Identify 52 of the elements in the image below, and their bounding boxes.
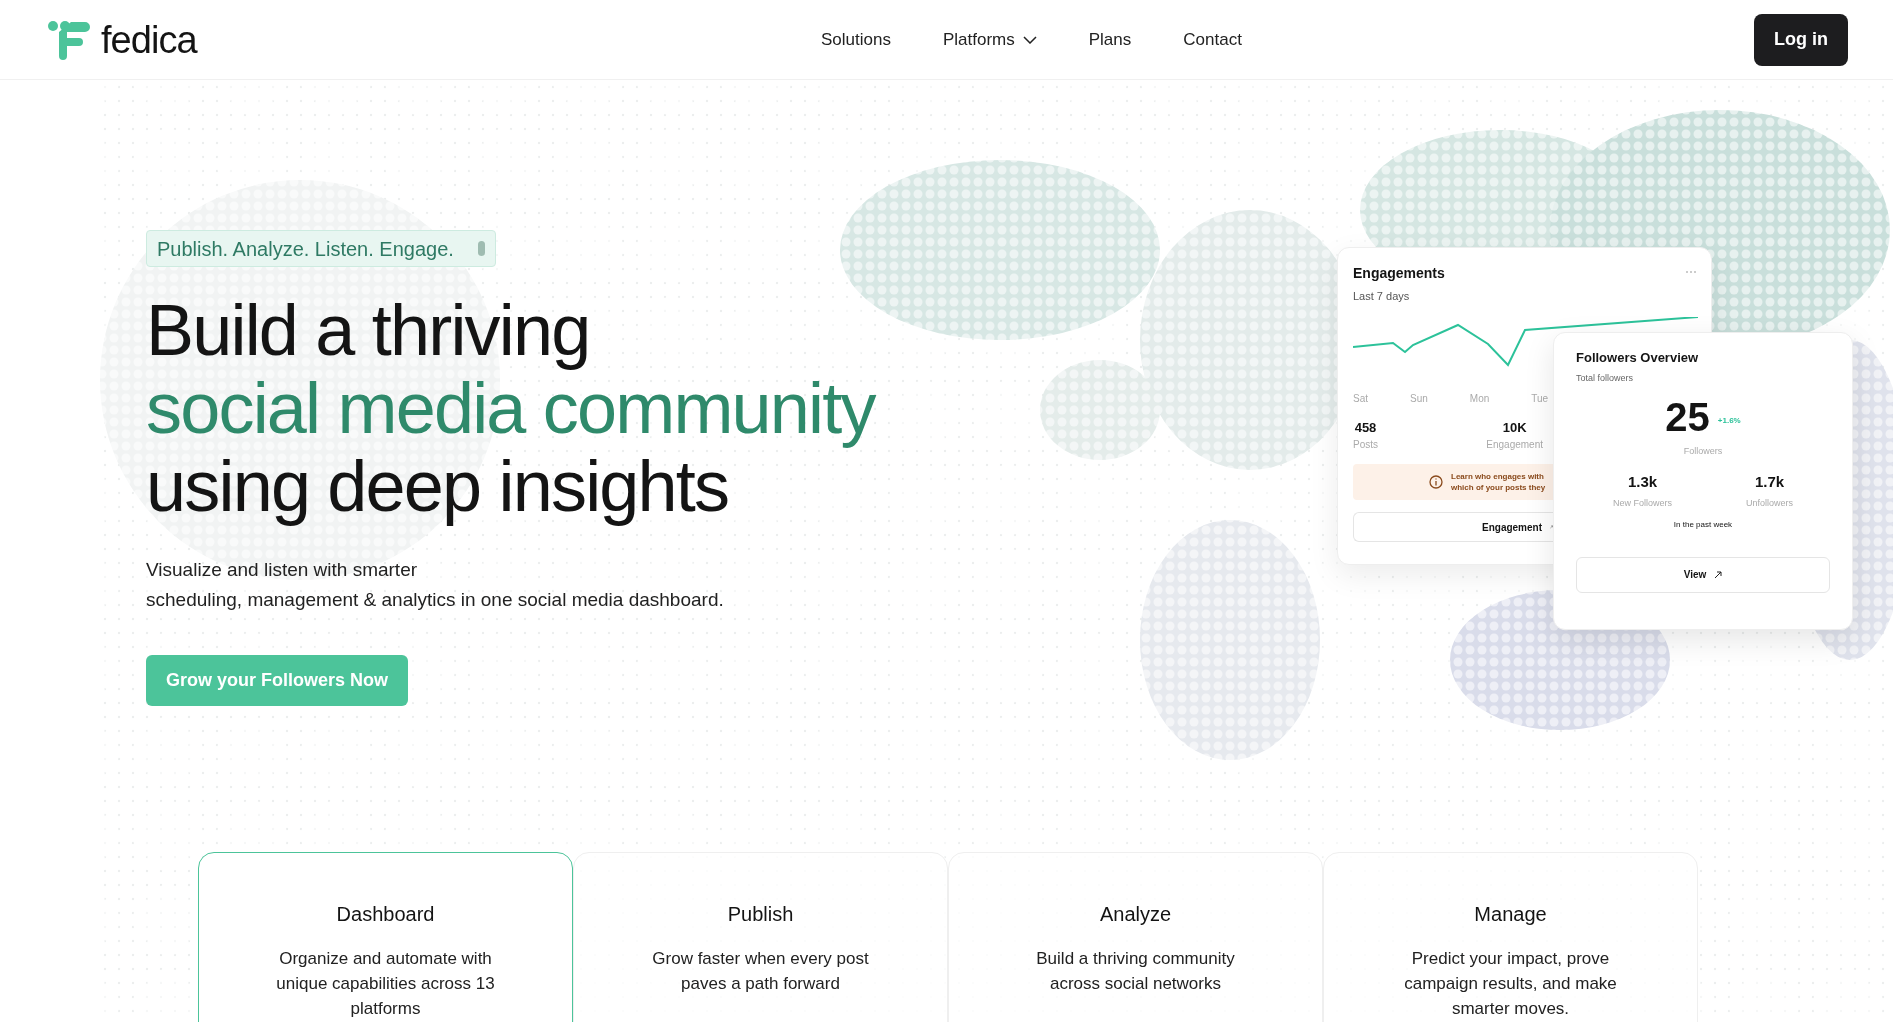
feature-title: Manage	[1474, 902, 1547, 927]
arrow-icon	[1714, 570, 1723, 579]
day-label: Mon	[1469, 391, 1490, 406]
card-title: Followers Overview	[1576, 349, 1699, 367]
total-label: Followers	[1683, 445, 1723, 458]
feature-title: Dashboard	[336, 902, 435, 927]
view-button[interactable]: View	[1576, 556, 1830, 593]
info-text: Learn who engages with which of your posts they	[1451, 471, 1546, 493]
feature-card[interactable]: Dashboard Organize and automate with unique capabilities across 13 platforms	[198, 852, 573, 1022]
headline-line: using deep insights	[146, 447, 729, 525]
stat-label: New Followers	[1613, 497, 1672, 510]
logo-text[interactable]: fedica	[101, 20, 197, 59]
text-cursor-icon	[477, 241, 485, 256]
nav-link[interactable]: Contact	[1183, 26, 1242, 53]
chevron-down-icon	[1022, 35, 1037, 44]
headline-line: social media community	[146, 369, 875, 447]
stat-value: 10K	[1502, 418, 1527, 437]
stat-label: Unfollowers	[1745, 497, 1793, 510]
feature-description: Organize and automate with unique capabilities across 13 platforms	[275, 948, 496, 1020]
change-text: +1.6%	[1717, 415, 1741, 427]
logo-icon	[45, 19, 93, 60]
feature-description: Grow faster when every post paves a path forward	[651, 948, 870, 995]
feature-description: Build a thriving community across social networks	[1035, 948, 1236, 995]
followers-total: 25	[1665, 397, 1710, 437]
feature-card[interactable]: Manage Predict your impact, prove campaign results, and make smarter moves.	[1323, 852, 1698, 1022]
hero-subtitle: Visualize and listen with smarter scheduling, management & analytics in one social media dashboard.	[146, 558, 724, 612]
stat-label: Engagement	[1486, 438, 1543, 452]
card-subtitle: Total followers	[1576, 371, 1634, 385]
headline-line: Build a thriving	[146, 291, 590, 369]
day-label: Sat	[1353, 391, 1368, 406]
period-label: In the past week	[1673, 518, 1733, 531]
stat-value: 458	[1354, 418, 1377, 437]
card-subtitle: Last 7 days	[1353, 289, 1410, 304]
nav-link[interactable]: Plans	[1088, 26, 1132, 53]
day-label: Tue	[1531, 391, 1549, 406]
info-icon	[1429, 475, 1443, 489]
feature-description: Predict your impact, prove campaign results, and make smarter moves.	[1403, 948, 1618, 1020]
card-title: Engagements	[1353, 264, 1445, 283]
login-button[interactable]: Log in	[1754, 13, 1848, 66]
day-label: Sun	[1410, 391, 1428, 406]
feature-title: Analyze	[1099, 902, 1172, 927]
arrow-icon	[1550, 523, 1553, 531]
engagement-button[interactable]: Engagement	[1353, 512, 1553, 542]
feature-card[interactable]: Publish Grow faster when every post paves a path forward	[573, 852, 948, 1022]
nav-link[interactable]: Platforms	[942, 26, 1037, 53]
feature-title: Publish	[727, 902, 794, 927]
stat-label: Posts	[1353, 438, 1378, 452]
nav-link[interactable]: Solutions	[821, 26, 891, 53]
tagline-badge: Publish. Analyze. Listen. Engage.	[146, 230, 496, 267]
feature-card[interactable]: Analyze Build a thriving community across social networks	[948, 852, 1323, 1022]
stat-value: 1.3k	[1627, 471, 1658, 492]
stat-value: 1.7k	[1754, 471, 1785, 492]
